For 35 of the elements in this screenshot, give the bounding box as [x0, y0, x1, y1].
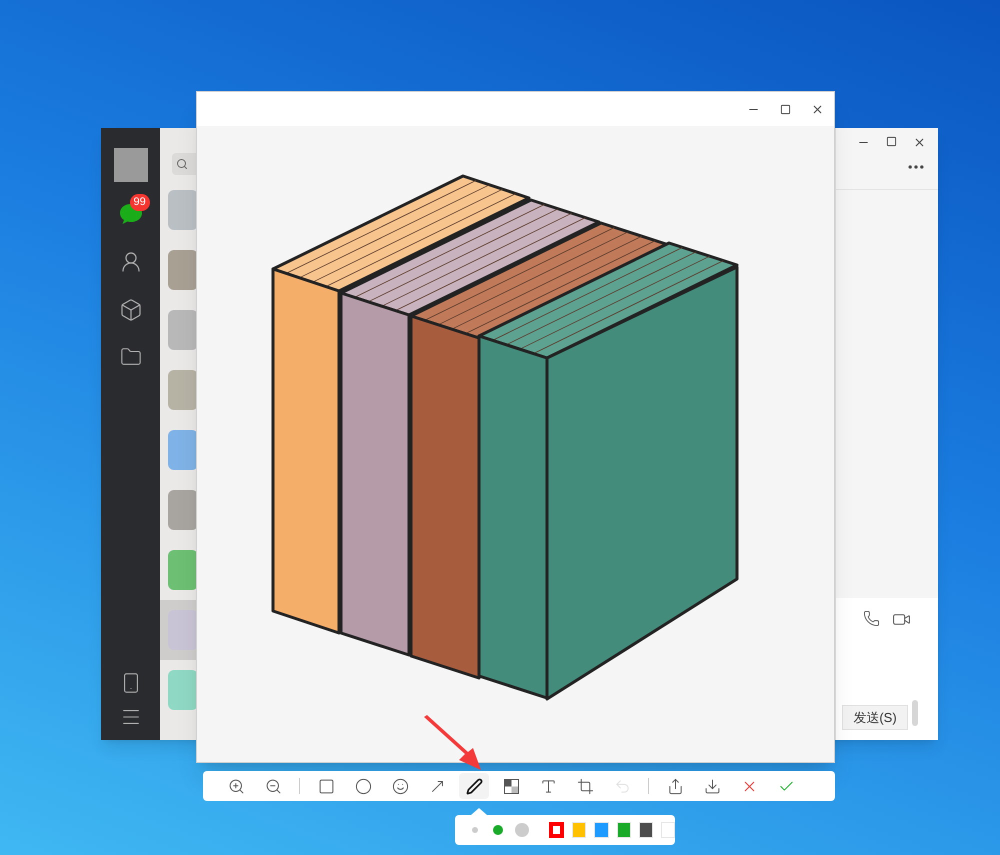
close-icon[interactable] [811, 102, 824, 116]
avatar-placeholder [168, 310, 198, 350]
text-icon [540, 778, 556, 794]
cube-icon[interactable] [118, 298, 142, 322]
avatar-placeholder [168, 370, 198, 410]
avatar-placeholder [168, 190, 198, 230]
folder-icon[interactable] [120, 346, 142, 368]
avatar-placeholder [168, 610, 198, 650]
phone-call-icon[interactable] [863, 610, 880, 627]
avatar-placeholder [168, 490, 198, 530]
zoom-in-icon [228, 778, 244, 794]
maximize-icon[interactable] [780, 104, 791, 114]
pen-icon [466, 778, 482, 794]
share-icon [666, 778, 684, 794]
input-area[interactable] [836, 598, 938, 740]
maximize-icon[interactable] [886, 136, 897, 147]
smiley-icon [392, 778, 408, 794]
circle-icon [354, 778, 372, 794]
undo-icon [614, 778, 630, 794]
avatar-placeholder [168, 250, 198, 290]
download-icon [704, 778, 720, 794]
unread-badge: 99 [130, 194, 150, 211]
send-button[interactable]: 发送(S) [842, 705, 908, 730]
avatar-placeholder [168, 550, 198, 590]
avatar-placeholder [168, 430, 198, 470]
square-icon [318, 778, 334, 794]
pen-tool[interactable] [459, 773, 489, 799]
crop-icon [576, 778, 594, 794]
search-icon [176, 158, 188, 170]
mosaic-icon [504, 778, 518, 794]
color-swatch[interactable] [549, 822, 564, 838]
close-icon[interactable] [913, 136, 926, 149]
zoom-out-icon [264, 778, 282, 794]
scrollbar[interactable] [912, 700, 918, 726]
avatar-placeholder [168, 670, 198, 710]
